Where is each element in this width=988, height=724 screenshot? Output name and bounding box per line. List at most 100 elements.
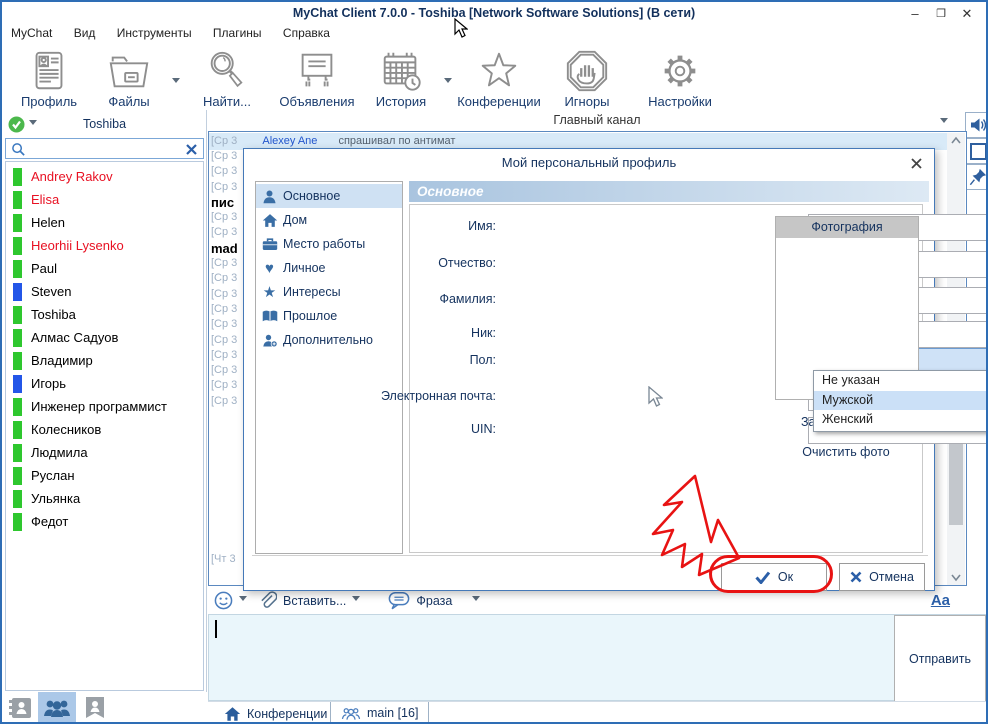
gender-option-female[interactable]: Женский <box>814 410 988 430</box>
contact-row[interactable]: Людмила <box>6 441 203 464</box>
nav-item-work[interactable]: Место работы <box>256 232 402 256</box>
speaker-icon <box>970 117 987 133</box>
book-icon <box>261 308 278 325</box>
insert-caret-icon[interactable] <box>352 596 360 605</box>
scroll-down-icon[interactable] <box>947 569 965 585</box>
badge-view-button[interactable] <box>76 692 114 723</box>
menu-help[interactable]: Справка <box>274 24 339 42</box>
contact-row[interactable]: Федот <box>6 510 203 533</box>
contact-row[interactable]: Игорь <box>6 372 203 395</box>
contacts-view-button-active[interactable] <box>38 692 76 723</box>
profile-document-icon <box>26 48 72 94</box>
contact-row[interactable]: Paul <box>6 257 203 280</box>
dialog-close-icon[interactable] <box>911 158 922 169</box>
current-username: Toshiba <box>2 117 207 131</box>
person-badge-icon <box>84 696 106 720</box>
phrase-button[interactable]: Фраза <box>416 594 452 608</box>
maximize-button[interactable]: ❒ <box>928 4 954 24</box>
toolbar-announcements-button[interactable]: Объявления <box>274 48 360 109</box>
contact-row[interactable]: Владимир <box>6 349 203 372</box>
send-button[interactable]: Отправить <box>894 615 986 702</box>
toolbar-find-button[interactable]: Найти... <box>192 48 262 109</box>
photo-panel-header: Фотография <box>776 217 918 238</box>
contact-row[interactable]: Steven <box>6 280 203 303</box>
status-bar <box>13 352 22 370</box>
contact-row[interactable]: Алмас Садуов <box>6 326 203 349</box>
heart-icon: ♥ <box>261 260 278 277</box>
sidebar-view-tabs <box>2 692 207 723</box>
nav-item-past[interactable]: Прошлое <box>256 304 402 328</box>
gender-option-unspecified[interactable]: Не указан <box>814 371 988 391</box>
channel-name[interactable]: Главный канал <box>208 110 986 131</box>
nick-label: Ник: <box>471 326 496 340</box>
message-input[interactable] <box>208 614 986 701</box>
people-group-icon <box>341 706 361 721</box>
scroll-up-icon[interactable] <box>947 133 965 149</box>
status-bar <box>13 421 22 439</box>
addressbook-view-button[interactable] <box>2 692 38 723</box>
clear-photo-link[interactable]: Очистить фото <box>775 445 917 459</box>
emoji-icon[interactable] <box>214 591 233 610</box>
menu-tools[interactable]: Инструменты <box>108 24 201 42</box>
toolbar-settings-button[interactable]: Настройки <box>642 48 718 109</box>
addressbook-icon <box>7 696 33 720</box>
window-controls: – ❒ ✕ <box>902 4 980 24</box>
status-bar <box>13 168 22 186</box>
contact-row[interactable]: Toshiba <box>6 303 203 326</box>
toolbar-profile-button[interactable]: Профиль <box>14 48 84 109</box>
contact-row[interactable]: Elisa <box>6 188 203 211</box>
menu-plugins[interactable]: Плагины <box>204 24 271 42</box>
contact-row[interactable]: Heorhii Lysenko <box>6 234 203 257</box>
toolbar-ignores-button[interactable]: Игноры <box>554 48 620 109</box>
gear-icon <box>657 48 703 94</box>
toolbar-files-button[interactable]: Файлы <box>94 48 164 109</box>
files-dropdown-caret[interactable] <box>172 78 180 87</box>
contact-row[interactable]: Руслан <box>6 464 203 487</box>
folder-icon <box>106 48 152 94</box>
last-name-label: Фамилия: <box>439 292 496 306</box>
star-icon: ★ <box>261 284 278 301</box>
phrase-caret-icon[interactable] <box>472 596 480 605</box>
toolbar-conferences-button[interactable]: Конференции <box>454 48 544 109</box>
nav-item-personal[interactable]: ♥ Личное <box>256 256 402 280</box>
history-dropdown-caret[interactable] <box>444 78 452 87</box>
tab-main-active[interactable]: main [16] <box>330 702 429 724</box>
minimize-button[interactable]: – <box>902 4 928 24</box>
phrase-bubble-icon <box>388 591 410 610</box>
dialog-title: Мой персональный профиль <box>244 149 934 177</box>
status-bar <box>13 444 22 462</box>
contact-row[interactable]: Инженер программист <box>6 395 203 418</box>
nav-item-interests[interactable]: ★ Интересы <box>256 280 402 304</box>
nav-item-general[interactable]: Основное <box>256 184 402 208</box>
contact-row[interactable]: Helen <box>6 211 203 234</box>
calendar-history-icon <box>378 48 424 94</box>
contact-row[interactable]: Ульянка <box>6 487 203 510</box>
gender-option-male-highlighted[interactable]: Мужской <box>814 391 988 411</box>
tab-conferences[interactable]: Конференции <box>214 703 337 724</box>
menu-bar: MyChat Вид Инструменты Плагины Справка <box>2 24 986 44</box>
toolbar-history-button[interactable]: История <box>368 48 434 109</box>
emoji-caret-icon[interactable] <box>239 596 247 605</box>
sound-toggle-button[interactable] <box>965 112 988 138</box>
nav-item-home[interactable]: Дом <box>256 208 402 232</box>
contact-row[interactable]: Andrey Rakov <box>6 165 203 188</box>
contact-row[interactable]: Колесников <box>6 418 203 441</box>
pin-window-button[interactable] <box>965 164 988 190</box>
contact-search-box[interactable] <box>5 138 204 159</box>
chat-timestamp-column: [Ср 3 [Ср 3 [Ср 3 пис [Ср 3 [Ср 3 mad [С… <box>211 149 244 409</box>
chat-message-author[interactable]: Alexey Ane <box>262 135 317 147</box>
middle-name-label: Отчество: <box>438 256 496 270</box>
paperclip-icon <box>259 591 277 610</box>
font-button[interactable]: Aa <box>931 592 950 609</box>
menu-view[interactable]: Вид <box>65 24 105 42</box>
compact-mode-button[interactable] <box>965 138 988 164</box>
channel-dropdown-caret[interactable] <box>940 118 948 127</box>
app-window: MyChat Client 7.0.0 - Toshiba [Network S… <box>0 0 988 724</box>
clear-search-icon[interactable] <box>185 143 198 156</box>
menu-mychat[interactable]: MyChat <box>2 24 61 42</box>
nav-item-additional[interactable]: Дополнительно <box>256 328 402 352</box>
insert-button[interactable]: Вставить... <box>283 594 346 608</box>
cancel-button[interactable]: Отмена <box>839 563 925 591</box>
close-button[interactable]: ✕ <box>954 4 980 24</box>
message-toolbar: Вставить... Фраза Aa <box>208 588 986 613</box>
